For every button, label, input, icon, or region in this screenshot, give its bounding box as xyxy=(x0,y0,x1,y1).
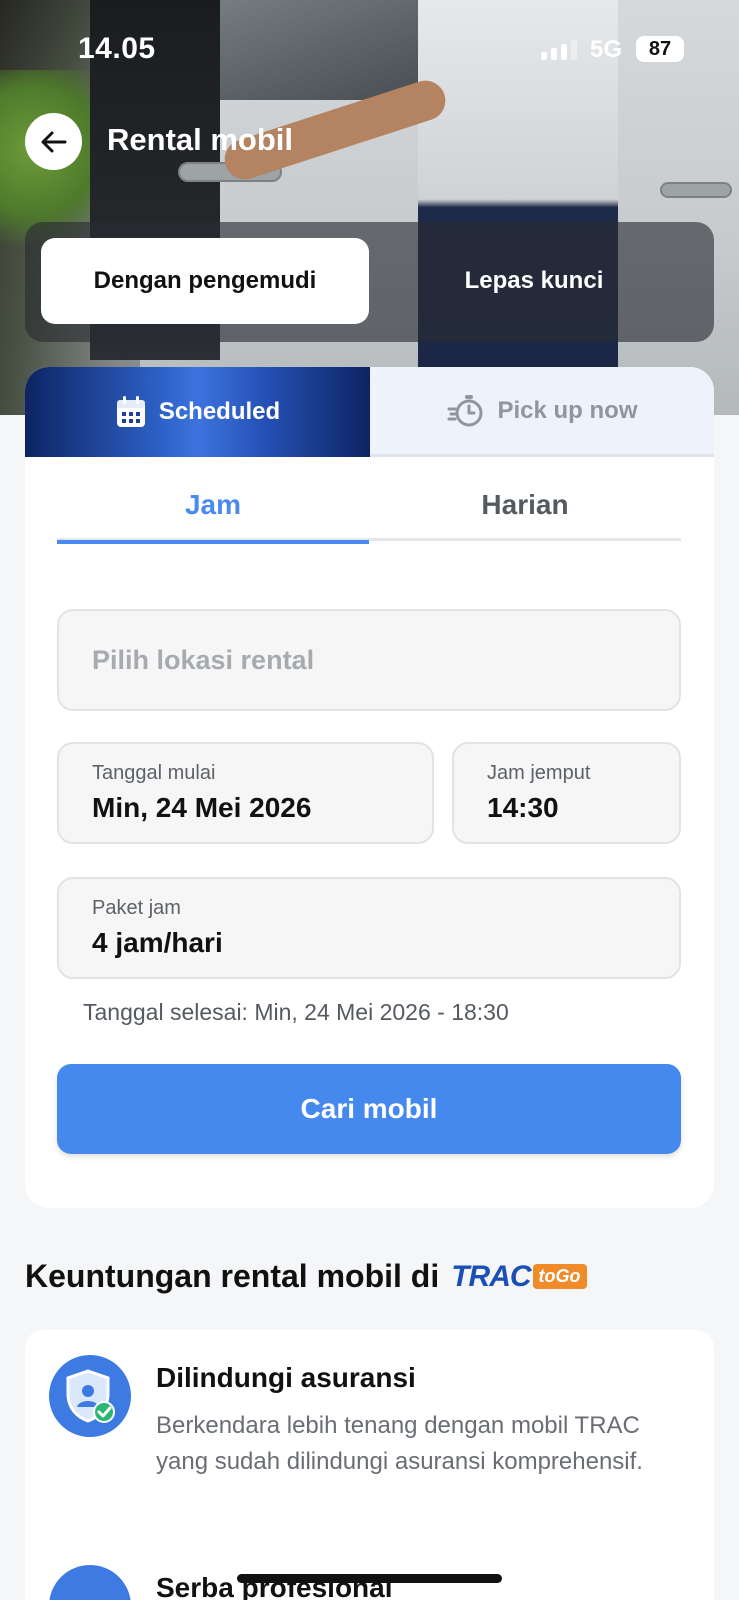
status-time: 14.05 xyxy=(78,32,156,65)
search-car-button[interactable]: Cari mobil xyxy=(57,1064,681,1154)
end-date-text: Tanggal selesai: Min, 24 Mei 2026 - 18:3… xyxy=(83,999,509,1025)
pickup-time-field[interactable]: Jam jemput 14:30 xyxy=(452,742,681,844)
tab-daily[interactable]: Harian xyxy=(369,485,681,541)
trac-logo-main: TRAC xyxy=(451,1259,531,1293)
network-label: 5G xyxy=(590,36,623,63)
pickup-time-value: 14:30 xyxy=(487,792,559,823)
start-date-field[interactable]: Tanggal mulai Min, 24 Mei 2026 xyxy=(57,742,434,844)
start-date-label: Tanggal mulai xyxy=(92,762,216,784)
benefit-title: Dilindungi asuransi xyxy=(156,1362,416,1393)
benefits-card: Dilindungi asuransi Berkendara lebih ten… xyxy=(25,1330,714,1600)
shield-user-icon xyxy=(49,1355,131,1437)
page-title: Rental mobil xyxy=(107,122,294,157)
tab-scheduled-label: Scheduled xyxy=(158,398,281,425)
stopwatch-icon xyxy=(447,394,483,426)
package-field[interactable]: Paket jam 4 jam/hari xyxy=(57,877,681,979)
location-input[interactable]: Pilih lokasi rental xyxy=(57,609,681,711)
self-drive-option[interactable]: Lepas kunci xyxy=(370,238,698,324)
benefit-icon xyxy=(49,1565,131,1600)
trac-logo-sub: toGo xyxy=(532,1264,587,1289)
signal-icon xyxy=(541,40,577,60)
mode-tabs: Scheduled Pick up now xyxy=(25,367,714,457)
duration-tabs: Jam Harian xyxy=(57,485,681,544)
package-label: Paket jam xyxy=(92,897,181,919)
start-date-value: Min, 24 Mei 2026 xyxy=(92,792,312,823)
tab-pickup-now[interactable]: Pick up now xyxy=(370,367,714,457)
benefit-desc: Berkendara lebih tenang dengan mobil TRA… xyxy=(156,1412,643,1475)
driver-toggle: Dengan pengemudi Lepas kunci xyxy=(25,222,714,342)
trac-logo: TRAC toGo xyxy=(451,1259,587,1294)
status-bar: 14.05 5G 87 xyxy=(0,28,739,72)
calendar-icon xyxy=(116,396,145,427)
tab-scheduled[interactable]: Scheduled xyxy=(25,367,370,457)
battery-icon: 87 xyxy=(636,36,684,62)
benefits-heading-text: Keuntungan rental mobil di xyxy=(25,1258,440,1294)
home-indicator xyxy=(237,1574,502,1583)
back-button[interactable] xyxy=(25,113,82,170)
booking-card: Scheduled Pick up now Jam Harian Pilih l… xyxy=(25,367,714,1208)
arrow-left-icon xyxy=(41,131,66,152)
benefits-heading: Keuntungan rental mobil di TRAC toGo xyxy=(25,1258,587,1295)
package-value: 4 jam/hari xyxy=(92,927,223,958)
pickup-time-label: Jam jemput xyxy=(487,762,591,784)
with-driver-option[interactable]: Dengan pengemudi xyxy=(41,238,369,324)
tab-pickup-now-label: Pick up now xyxy=(497,396,638,424)
location-placeholder: Pilih lokasi rental xyxy=(92,644,315,675)
tab-hourly[interactable]: Jam xyxy=(57,485,369,544)
